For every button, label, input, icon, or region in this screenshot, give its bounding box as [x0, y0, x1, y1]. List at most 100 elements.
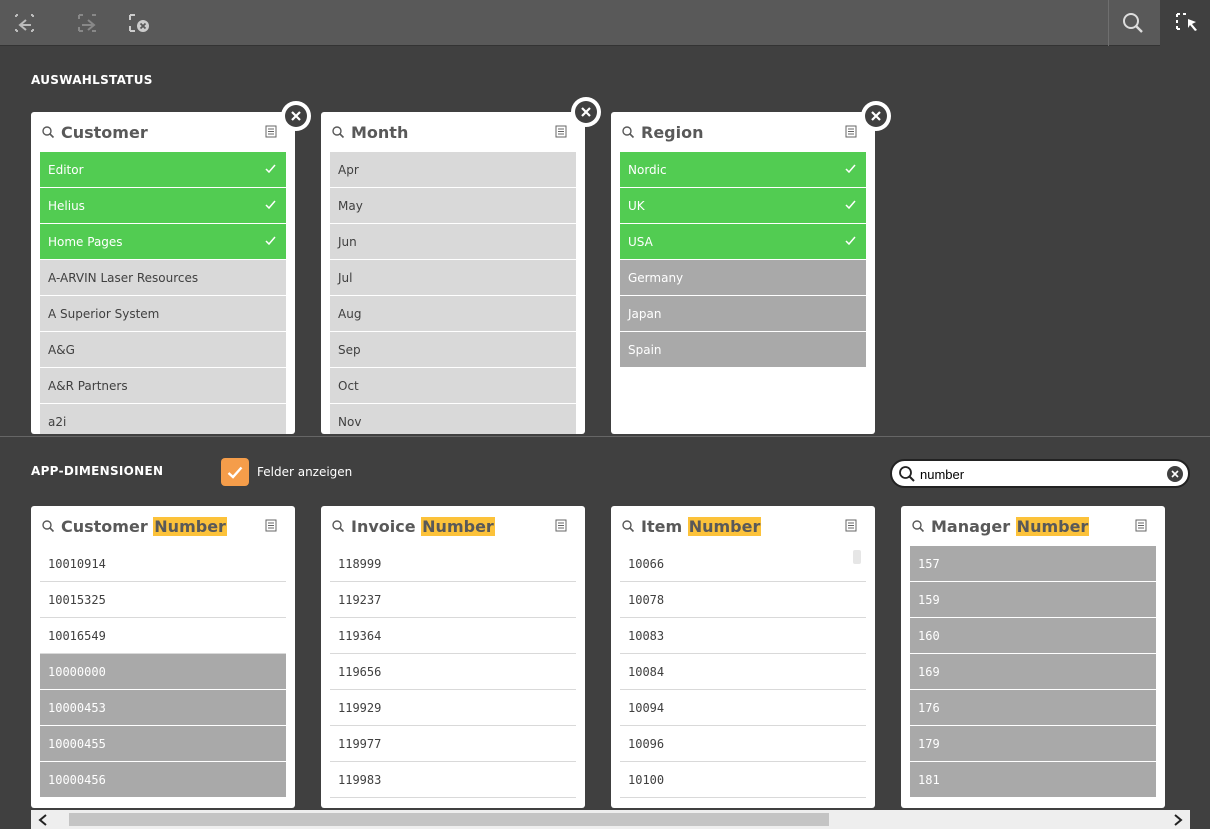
list-item[interactable]: 179 — [910, 726, 1156, 762]
list-item[interactable]: A&G — [40, 332, 286, 368]
title-prefix: Item — [641, 516, 688, 536]
list-item[interactable]: 10010914 — [40, 546, 286, 582]
list-item-label: Jun — [338, 234, 357, 249]
menu-icon[interactable] — [555, 519, 567, 532]
show-fields-checkbox[interactable] — [221, 458, 249, 486]
list-item[interactable]: 10066 — [620, 546, 866, 582]
list-item[interactable]: Jun — [330, 224, 576, 260]
menu-icon[interactable] — [265, 519, 277, 532]
list-item[interactable]: 10000000 — [40, 654, 286, 690]
list-item[interactable]: Apr — [330, 152, 576, 188]
menu-icon[interactable] — [845, 125, 857, 138]
list-item[interactable]: 10000456 — [40, 762, 286, 798]
menu-icon[interactable] — [845, 519, 857, 532]
list-item[interactable]: 169 — [910, 654, 1156, 690]
list-item-label: May — [338, 198, 363, 213]
list-item[interactable]: USA — [620, 224, 866, 260]
list-item[interactable]: 10096 — [620, 726, 866, 762]
list-item[interactable]: 10000453 — [40, 690, 286, 726]
list-item[interactable]: 119929 — [330, 690, 576, 726]
list-item[interactable]: 10000455 — [40, 726, 286, 762]
listbox-rows: 10066 10078 10083 10084 10094 10096 10100 — [620, 546, 866, 808]
list-item[interactable]: 10078 — [620, 582, 866, 618]
clear-selections-icon[interactable] — [125, 8, 155, 38]
list-item[interactable]: Spain — [620, 332, 866, 368]
scroll-left-icon[interactable] — [35, 812, 51, 827]
list-item[interactable]: A Superior System — [40, 296, 286, 332]
list-item[interactable]: 10094 — [620, 690, 866, 726]
list-item[interactable]: 10015325 — [40, 582, 286, 618]
scroll-right-icon[interactable] — [1170, 812, 1186, 827]
list-item[interactable]: A&R Partners — [40, 368, 286, 404]
list-item[interactable]: Oct — [330, 368, 576, 404]
search-icon[interactable] — [1118, 8, 1148, 38]
selected-field-region[interactable]: Region Nordic UK USA Germany Japan Spain — [611, 112, 875, 434]
list-item[interactable]: 159 — [910, 582, 1156, 618]
clear-region-button[interactable] — [861, 101, 891, 131]
horizontal-scrollbar[interactable] — [31, 810, 1190, 829]
list-item[interactable]: Helius — [40, 188, 286, 224]
step-forward-icon[interactable] — [73, 8, 103, 38]
list-item[interactable]: 119977 — [330, 726, 576, 762]
listbox-rows: Apr May Jun Jul Aug Sep Oct Nov — [330, 152, 576, 434]
menu-icon[interactable] — [1135, 519, 1147, 532]
selection-tool-button[interactable] — [1160, 0, 1210, 46]
checkmark-icon — [227, 466, 243, 479]
clear-month-button[interactable] — [571, 97, 601, 127]
dimension-manager-number[interactable]: Manager Number 157 159 160 169 176 179 181 — [901, 506, 1165, 808]
dimension-search[interactable] — [890, 459, 1190, 488]
menu-icon[interactable] — [265, 125, 277, 138]
selected-field-month[interactable]: Month Apr May Jun Jul Aug Sep Oct Nov — [321, 112, 585, 434]
listbox-scrollbar[interactable] — [853, 550, 861, 564]
list-item[interactable]: 157 — [910, 546, 1156, 582]
listbox-header[interactable]: Item Number — [611, 506, 875, 546]
listbox-title: Customer — [61, 122, 148, 142]
step-back-icon[interactable] — [10, 8, 40, 38]
search-input[interactable] — [920, 465, 1160, 483]
list-item[interactable]: 119237 — [330, 582, 576, 618]
dimension-invoice-number[interactable]: Invoice Number 118999 119237 119364 119656 1… — [321, 506, 585, 808]
list-item[interactable]: 10084 — [620, 654, 866, 690]
search-icon — [42, 520, 55, 533]
list-item[interactable]: Editor — [40, 152, 286, 188]
list-item[interactable]: 10016549 — [40, 618, 286, 654]
list-item[interactable]: Sep — [330, 332, 576, 368]
clear-search-button[interactable] — [1167, 466, 1183, 482]
list-item[interactable]: Nov — [330, 404, 576, 434]
listbox-header[interactable]: Customer — [31, 112, 295, 152]
list-item[interactable]: 181 — [910, 762, 1156, 798]
list-item-label: 10000000 — [48, 664, 106, 679]
list-item[interactable]: Home Pages — [40, 224, 286, 260]
listbox-header[interactable]: Region — [611, 112, 875, 152]
menu-icon[interactable] — [555, 125, 567, 138]
show-fields-label[interactable]: Felder anzeigen — [257, 465, 352, 479]
list-item[interactable]: May — [330, 188, 576, 224]
selected-field-customer[interactable]: Customer Editor Helius Home Pages A-ARVIN L… — [31, 112, 295, 434]
list-item[interactable]: Germany — [620, 260, 866, 296]
list-item[interactable]: Nordic — [620, 152, 866, 188]
list-item[interactable]: A-ARVIN Laser Resources — [40, 260, 286, 296]
list-item[interactable]: Japan — [620, 296, 866, 332]
list-item[interactable]: 118999 — [330, 546, 576, 582]
list-item[interactable]: 119983 — [330, 762, 576, 798]
list-item[interactable]: 160 — [910, 618, 1156, 654]
list-item[interactable]: UK — [620, 188, 866, 224]
listbox-header[interactable]: Invoice Number — [321, 506, 585, 546]
dimension-item-number[interactable]: Item Number 10066 10078 10083 10084 10094 100… — [611, 506, 875, 808]
close-icon — [871, 111, 881, 121]
listbox-header[interactable]: Month — [321, 112, 585, 152]
clear-customer-button[interactable] — [281, 101, 311, 131]
list-item[interactable]: 119364 — [330, 618, 576, 654]
list-item[interactable]: 119656 — [330, 654, 576, 690]
listbox-header[interactable]: Customer Number — [31, 506, 295, 546]
toolbar-separator — [1108, 0, 1109, 46]
scrollbar-thumb[interactable] — [69, 813, 829, 826]
list-item[interactable]: Jul — [330, 260, 576, 296]
listbox-header[interactable]: Manager Number — [901, 506, 1165, 546]
list-item[interactable]: a2i — [40, 404, 286, 434]
list-item[interactable]: 10083 — [620, 618, 866, 654]
list-item[interactable]: 10100 — [620, 762, 866, 798]
list-item[interactable]: 176 — [910, 690, 1156, 726]
list-item[interactable]: Aug — [330, 296, 576, 332]
dimension-customer-number[interactable]: Customer Number 10010914 10015325 10016549… — [31, 506, 295, 808]
